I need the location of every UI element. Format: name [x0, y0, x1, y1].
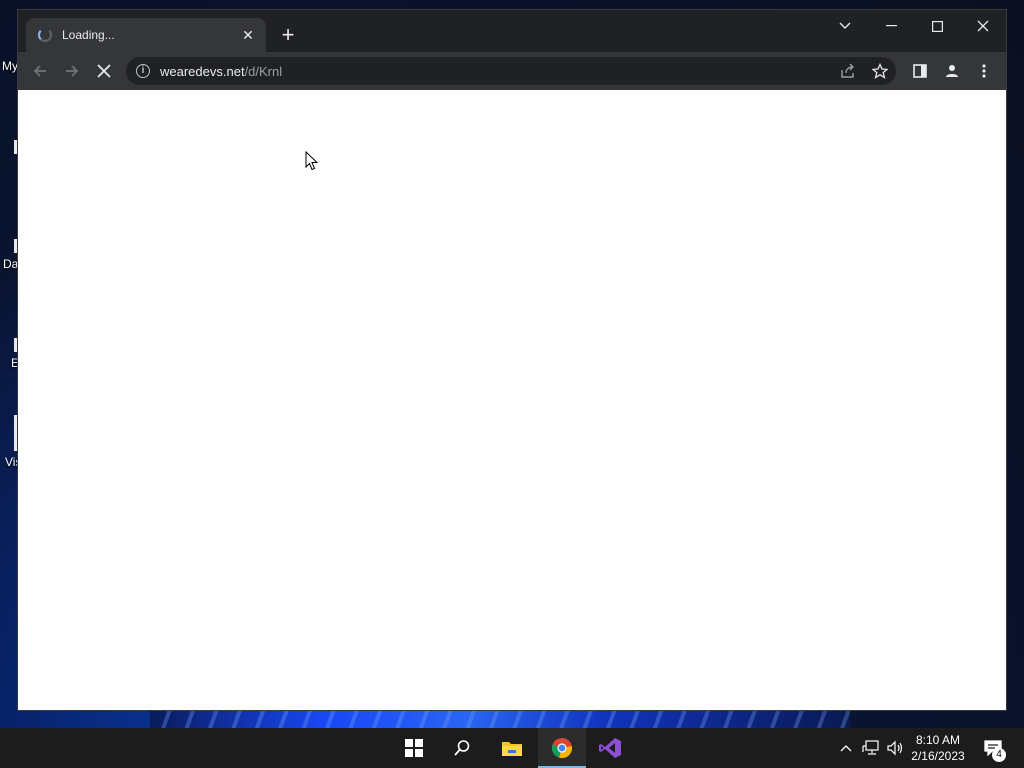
chevron-up-icon	[840, 745, 852, 752]
chrome-icon	[551, 738, 573, 759]
side-panel-icon	[913, 64, 927, 78]
share-button[interactable]	[836, 59, 860, 83]
visual-studio-icon	[599, 738, 621, 758]
tab-title: Loading...	[62, 28, 115, 42]
maximize-button[interactable]	[914, 10, 960, 42]
url-path: /d/Krnl	[244, 63, 283, 79]
search-button[interactable]	[438, 728, 486, 768]
network-button[interactable]	[860, 728, 882, 768]
start-icon	[405, 739, 423, 757]
speaker-icon	[887, 740, 903, 756]
forward-button[interactable]	[60, 59, 84, 83]
clock-date: 2/16/2023	[911, 749, 965, 763]
menu-button[interactable]	[972, 59, 996, 83]
mouse-cursor-icon	[305, 151, 319, 171]
start-button[interactable]	[390, 728, 438, 768]
close-icon	[977, 20, 989, 32]
file-explorer-button[interactable]	[488, 728, 536, 768]
loading-spinner-icon	[38, 28, 52, 42]
maximize-icon	[931, 20, 943, 32]
site-info-icon[interactable]: i	[136, 64, 150, 78]
desktop-icon-label[interactable]: My	[2, 59, 18, 73]
page-content[interactable]	[18, 90, 1006, 710]
tab-strip: Loading... ✕ +	[18, 10, 1006, 52]
profile-icon	[946, 65, 958, 77]
more-vertical-icon	[982, 64, 986, 78]
stop-loading-button[interactable]	[92, 59, 116, 83]
forward-arrow-icon	[66, 65, 79, 77]
notification-count-badge: 4	[992, 748, 1006, 762]
stop-x-icon	[97, 64, 111, 78]
browser-toolbar: i wearedevs.net/d/Krnl	[18, 52, 1006, 90]
chevron-down-icon	[839, 22, 851, 29]
bookmark-button[interactable]	[868, 59, 892, 83]
side-panel-button[interactable]	[908, 59, 932, 83]
back-button[interactable]	[28, 59, 52, 83]
address-bar[interactable]: i wearedevs.net/d/Krnl	[126, 57, 896, 85]
volume-button[interactable]	[884, 728, 906, 768]
tab-loading[interactable]: Loading... ✕	[26, 18, 266, 52]
close-window-button[interactable]	[960, 10, 1006, 42]
taskbar: 8:10 AM 2/16/2023	[0, 728, 1024, 768]
minimize-button[interactable]	[868, 10, 914, 42]
share-icon	[841, 63, 854, 78]
chrome-taskbar-button[interactable]	[538, 728, 586, 768]
system-clock[interactable]: 8:10 AM 2/16/2023	[906, 732, 970, 764]
star-icon	[872, 63, 888, 79]
tab-close-button[interactable]: ✕	[236, 27, 260, 44]
show-hidden-icons-button[interactable]	[838, 728, 854, 768]
url-text[interactable]: wearedevs.net/d/Krnl	[160, 64, 282, 79]
file-explorer-icon	[502, 742, 522, 756]
clock-time: 8:10 AM	[915, 733, 961, 747]
desktop-icon-label[interactable]: Da	[3, 257, 18, 271]
minimize-icon	[885, 25, 897, 27]
back-arrow-icon	[33, 65, 46, 77]
new-tab-button[interactable]: +	[276, 24, 300, 48]
browser-window: Loading... ✕ + i wearedevs.net/d/Krnl	[18, 10, 1006, 710]
tab-search-button[interactable]	[822, 10, 868, 42]
network-icon	[862, 740, 879, 755]
profile-button[interactable]	[940, 59, 964, 83]
url-domain: wearedevs.net	[160, 63, 245, 79]
visual-studio-button[interactable]	[586, 728, 634, 768]
search-icon	[454, 740, 470, 756]
